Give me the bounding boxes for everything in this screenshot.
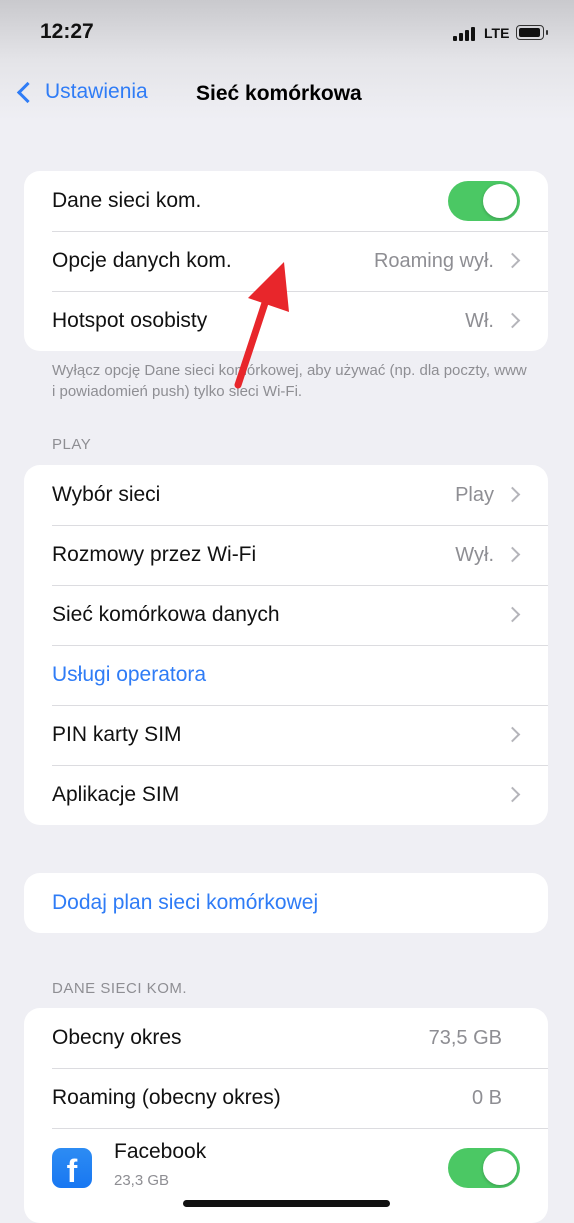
cellular-data-options-row[interactable]: Opcje danych kom. Roaming wył.: [24, 231, 548, 291]
add-cellular-plan-row[interactable]: Dodaj plan sieci komórkowej: [24, 873, 548, 933]
sim-pin-row[interactable]: PIN karty SIM: [24, 705, 548, 765]
back-label: Ustawienia: [45, 80, 148, 103]
group-footer-note: Wyłącz opcję Dane sieci komórkowej, aby …: [52, 362, 527, 400]
back-button[interactable]: Ustawienia: [12, 80, 148, 104]
carrier-services-row[interactable]: Usługi operatora: [24, 645, 548, 705]
wifi-calling-row[interactable]: Rozmowy przez Wi-Fi Wył.: [24, 525, 548, 585]
add-plan-group: Dodaj plan sieci komórkowej: [24, 873, 548, 933]
row-label: Rozmowy przez Wi-Fi: [52, 543, 257, 566]
row-label: Hotspot osobisty: [52, 309, 208, 332]
app-data-size: 23,3 GB: [114, 1172, 170, 1189]
add-cellular-plan-link[interactable]: Dodaj plan sieci komórkowej: [52, 891, 318, 915]
row-label: Obecny okres: [52, 1026, 182, 1049]
cellular-data-toggle[interactable]: [448, 181, 520, 221]
chevron-right-icon: [504, 786, 521, 803]
row-label: Opcje danych kom.: [52, 249, 232, 272]
chevron-right-icon: [504, 312, 521, 329]
row-value: Wył.: [455, 544, 494, 566]
row-value: Roaming wył.: [373, 250, 494, 272]
chevron-right-icon: [504, 546, 521, 563]
chevron-right-icon: [504, 726, 521, 743]
current-period-row: Obecny okres 73,5 GB: [24, 1008, 548, 1068]
roaming-period-row: Roaming (obecny okres) 0 B: [24, 1068, 548, 1128]
row-label: Roaming (obecny okres): [52, 1086, 281, 1109]
cellular-data-group: Dane sieci kom. Opcje danych kom. Roamin…: [24, 171, 548, 351]
cellular-data-row: Dane sieci kom.: [24, 171, 548, 231]
carrier-group: Wybór sieci Play Rozmowy przez Wi-Fi Wył…: [24, 465, 548, 825]
section-header-play: PLAY: [52, 436, 92, 453]
row-label: Aplikacje SIM: [52, 783, 180, 806]
sim-applications-row[interactable]: Aplikacje SIM: [24, 765, 548, 825]
app-name: Facebook: [114, 1140, 207, 1163]
row-label: Sieć komórkowa danych: [52, 603, 280, 626]
chevron-left-icon: [16, 81, 39, 103]
cellular-data-network-row[interactable]: Sieć komórkowa danych: [24, 585, 548, 645]
chevron-right-icon: [504, 486, 521, 503]
usage-group: Obecny okres 73,5 GB Roaming (obecny okr…: [24, 1008, 548, 1223]
status-time: 12:27: [40, 20, 94, 43]
network-type: LTE: [484, 25, 510, 41]
row-label: PIN karty SIM: [52, 723, 182, 746]
carrier-services-link[interactable]: Usługi operatora: [52, 663, 206, 687]
row-value: 0 B: [471, 1087, 502, 1109]
page-title: Sieć komórkowa: [196, 82, 362, 105]
chevron-right-icon: [504, 606, 521, 623]
row-value: 73,5 GB: [428, 1027, 502, 1049]
home-indicator: [183, 1200, 390, 1207]
row-value: Wł.: [465, 310, 494, 332]
chevron-right-icon: [504, 252, 521, 269]
battery-icon: [516, 25, 548, 40]
status-bar: 12:27 LTE: [0, 0, 574, 66]
network-selection-row[interactable]: Wybór sieci Play: [24, 465, 548, 525]
navigation-bar: Ustawienia Sieć komórkowa: [0, 72, 574, 118]
personal-hotspot-row[interactable]: Hotspot osobisty Wł.: [24, 291, 548, 351]
row-label: Dane sieci kom.: [52, 189, 202, 212]
section-header-cellular-data: DANE SIECI KOM.: [52, 980, 188, 997]
row-label: Wybór sieci: [52, 483, 161, 506]
signal-icon: [453, 27, 477, 41]
row-value: Play: [455, 484, 494, 506]
facebook-cellular-toggle[interactable]: [448, 1148, 520, 1188]
facebook-icon: f: [52, 1148, 92, 1188]
